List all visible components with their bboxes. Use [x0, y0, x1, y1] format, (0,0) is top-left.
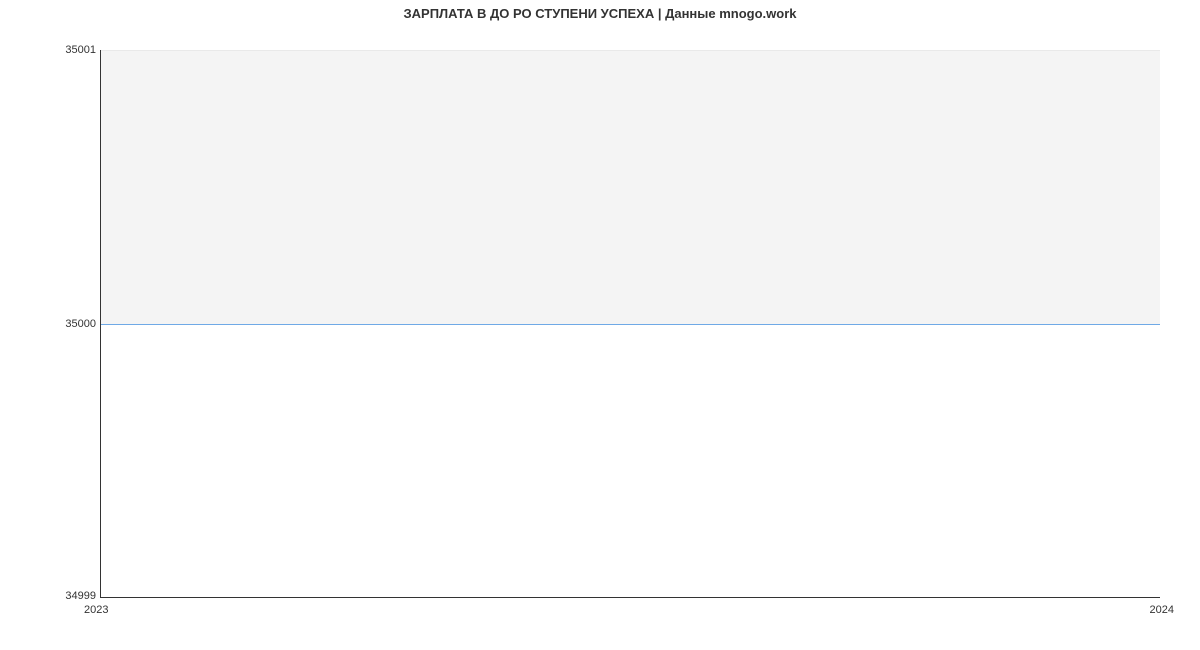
plot-area: [100, 50, 1160, 598]
x-tick-right: 2024: [1150, 604, 1174, 616]
y-tick-top: 35001: [6, 44, 96, 56]
grid-band: [101, 50, 1160, 324]
chart-title: ЗАРПЛАТА В ДО РО СТУПЕНИ УСПЕХА | Данные…: [0, 6, 1200, 21]
data-line: [101, 324, 1160, 325]
y-tick-bot: 34999: [6, 590, 96, 602]
gridline-top: [101, 50, 1160, 51]
y-tick-mid: 35000: [6, 318, 96, 330]
x-tick-left: 2023: [84, 604, 108, 616]
chart-container: ЗАРПЛАТА В ДО РО СТУПЕНИ УСПЕХА | Данные…: [0, 0, 1200, 650]
